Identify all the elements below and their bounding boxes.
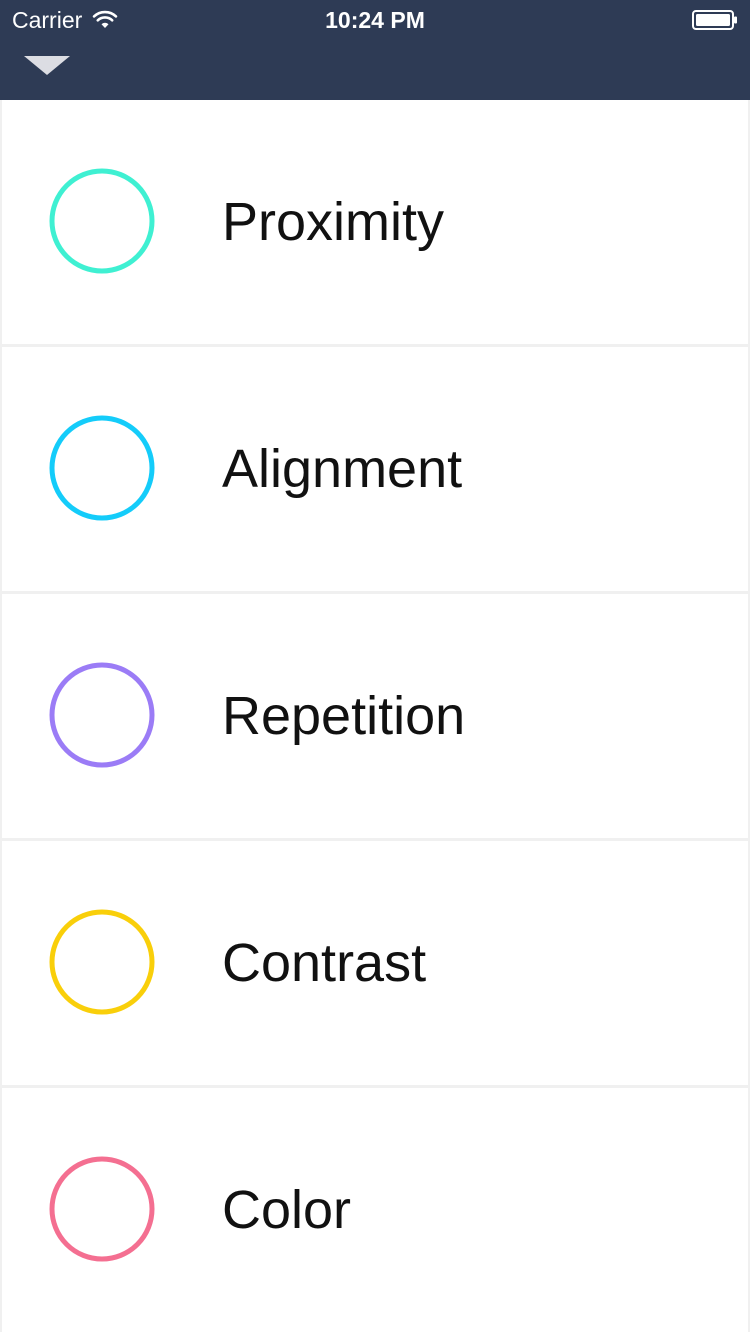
- circle-outline-icon: [49, 415, 155, 521]
- list-item-color[interactable]: Color: [2, 1088, 748, 1332]
- list-item-label: Repetition: [222, 686, 466, 746]
- list-item-proximity[interactable]: Proximity: [2, 100, 748, 344]
- circle-outline-icon: [49, 1156, 155, 1262]
- battery-icon: [692, 10, 737, 30]
- list-item-label: Alignment: [222, 439, 463, 499]
- list-item-alignment[interactable]: Alignment: [2, 347, 748, 591]
- app-screen: Carrier 10:24 PM Proximity Alignment Rep…: [0, 0, 750, 1332]
- list-item-repetition[interactable]: Repetition: [2, 594, 748, 838]
- list-item-contrast[interactable]: Contrast: [2, 841, 748, 1085]
- principles-list: Proximity Alignment Repetition Contrast …: [0, 100, 750, 1332]
- list-item-label: Proximity: [222, 192, 445, 252]
- circle-outline-icon: [49, 909, 155, 1015]
- chevron-down-icon[interactable]: [22, 54, 72, 78]
- circle-outline-icon: [49, 662, 155, 768]
- circle-outline-icon: [49, 168, 155, 274]
- status-bar-time: 10:24 PM: [325, 7, 425, 33]
- list-item-label: Color: [222, 1180, 352, 1240]
- top-bar: Carrier 10:24 PM: [0, 0, 750, 100]
- list-item-label: Contrast: [222, 933, 427, 993]
